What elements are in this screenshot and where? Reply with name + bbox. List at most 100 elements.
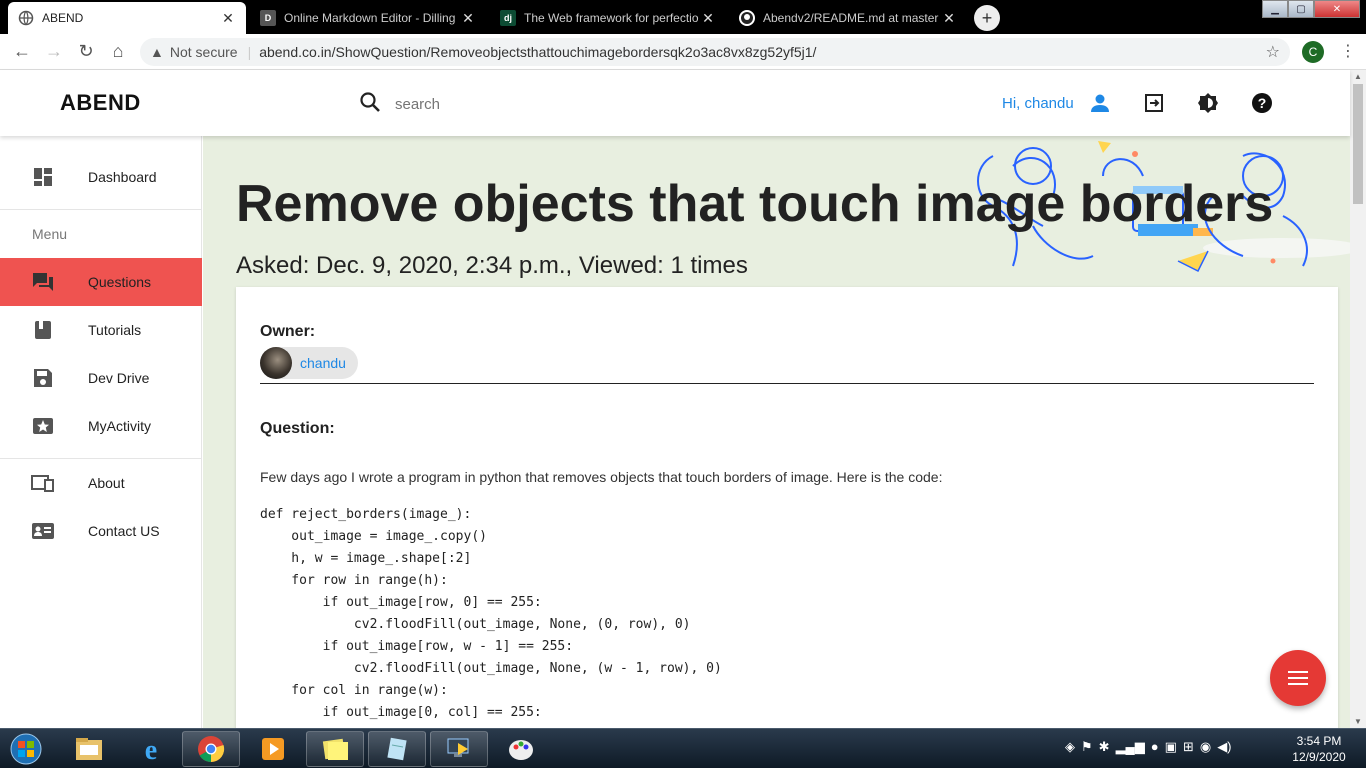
browser-tab-abend[interactable]: ABEND ✕ [8,2,246,34]
reload-icon[interactable]: ↻ [70,41,102,62]
signal-icon[interactable]: ▂▄▆ [1116,739,1145,755]
sidebar-item-label: Tutorials [88,322,142,338]
omnibox[interactable]: ▲ Not secure | abend.co.in/ShowQuestion/… [140,38,1290,66]
volume-icon[interactable]: ◀) [1217,739,1231,755]
sticky-notes-icon[interactable] [306,731,364,767]
start-button[interactable] [4,731,48,767]
theme-toggle-icon[interactable] [1197,92,1219,114]
scroll-down-icon[interactable]: ▼ [1354,717,1362,726]
browser-tab-github[interactable]: Abendv2/README.md at master ✕ [729,2,967,34]
user-greeting[interactable]: Hi, chandu [1002,95,1074,112]
windows-taskbar: e ◈ ⚑ ✱ ▂▄▆ ● ▣ ⊞ ◉ ◀) 3:54 PM 12/9/2020 [0,728,1366,768]
sidebar-item-label: Contact US [88,523,160,539]
devices-icon [0,474,88,492]
explorer-icon[interactable] [60,731,118,767]
svg-text:?: ? [1258,95,1267,111]
sidebar-item-dev-drive[interactable]: Dev Drive [0,356,202,400]
back-icon[interactable]: ← [6,41,38,62]
minimize-icon[interactable]: ▁ [1262,0,1288,18]
network-icon[interactable]: ⊞ [1183,739,1194,755]
sidebar-item-myactivity[interactable]: MyActivity [0,404,202,448]
django-icon: dj [500,10,516,26]
new-tab-button[interactable]: + [974,5,1000,31]
divider [0,209,202,210]
sidebar-item-contact-us[interactable]: Contact US [0,509,202,553]
sidebar-item-dashboard[interactable]: Dashboard [0,155,202,199]
user-icon[interactable] [1089,92,1111,114]
profile-avatar[interactable]: C [1302,41,1324,63]
owner-chip[interactable]: chandu [260,347,358,379]
tray-app-icon[interactable]: ◉ [1200,739,1211,755]
browser-tab-strip: ABEND ✕ D Online Markdown Editor - Dilli… [0,0,1366,34]
remote-desktop-icon[interactable] [430,731,488,767]
question-card: Owner: chandu Question: Few days ago I w… [236,287,1338,728]
scrollbar-thumb[interactable] [1353,84,1363,204]
question-label: Question: [260,420,335,437]
help-icon[interactable]: ? [1251,92,1273,114]
close-tab-icon[interactable]: ✕ [460,10,476,27]
tab-title: The Web framework for perfectio [524,11,699,25]
tray-app-icon[interactable]: ◈ [1065,739,1075,755]
close-tab-icon[interactable]: ✕ [941,10,957,27]
sidebar-item-about[interactable]: About [0,461,202,505]
taskbar-clock[interactable]: 3:54 PM 12/9/2020 [1284,733,1354,765]
search-icon[interactable] [358,90,382,119]
home-icon[interactable]: ⌂ [102,41,134,62]
scroll-up-icon[interactable]: ▲ [1354,72,1362,81]
maximize-icon[interactable]: ▢ [1288,0,1314,18]
forward-icon[interactable]: → [38,41,70,62]
save-icon [0,368,88,388]
menu-heading: Menu [32,226,68,242]
tab-title: ABEND [42,11,84,25]
tray-app-icon[interactable]: ▣ [1165,739,1177,755]
security-label[interactable]: Not secure [170,44,238,60]
media-player-icon[interactable] [244,731,302,767]
question-meta: Asked: Dec. 9, 2020, 2:34 p.m., Viewed: … [236,252,748,279]
logout-icon[interactable] [1143,92,1165,114]
close-window-icon[interactable]: ✕ [1314,0,1360,18]
clock-date: 12/9/2020 [1292,750,1346,764]
browser-menu-icon[interactable]: ⋮ [1340,41,1356,61]
sidebar-item-label: Dashboard [88,169,157,185]
forum-icon [0,272,88,292]
fab-menu-button[interactable] [1270,650,1326,706]
sidebar-item-tutorials[interactable]: Tutorials [0,308,202,352]
tray-app-icon[interactable]: ✱ [1099,739,1110,755]
page-scrollbar[interactable]: ▲ ▼ [1350,70,1366,728]
sidebar-item-label: Questions [88,274,152,290]
sidebar-item-questions[interactable]: Questions [0,258,202,306]
tray-app-icon[interactable]: ● [1151,739,1159,755]
window-controls: ▁ ▢ ✕ [1262,0,1360,18]
paint-icon[interactable] [492,731,550,767]
site-header: ABEND Hi, chandu ? [0,70,1350,136]
divider [260,383,1314,384]
warning-icon[interactable]: ▲ [150,44,164,60]
search-input[interactable] [395,92,795,116]
dashboard-icon [0,167,88,187]
system-tray: ◈ ⚑ ✱ ▂▄▆ ● ▣ ⊞ ◉ ◀) [1065,739,1232,755]
sidebar-item-label: About [88,475,125,491]
close-tab-icon[interactable]: ✕ [700,10,716,27]
internet-explorer-icon[interactable]: e [122,731,180,767]
action-center-flag-icon[interactable]: ⚑ [1081,739,1093,755]
code-block: def reject_borders(image_): out_image = … [260,507,722,720]
tab-title: Abendv2/README.md at master [763,11,939,25]
browser-tab-django[interactable]: dj The Web framework for perfectio ✕ [490,2,726,34]
sidebar-item-label: MyActivity [88,418,151,434]
owner-name[interactable]: chandu [300,355,346,371]
divider: | [247,44,252,60]
close-tab-icon[interactable]: ✕ [220,10,236,27]
contact-card-icon [0,522,88,540]
bookmark-star-icon[interactable]: ☆ [1266,42,1280,62]
notepad-icon[interactable] [368,731,426,767]
site-logo[interactable]: ABEND [60,90,141,116]
chrome-icon[interactable] [182,731,240,767]
sidebar-item-label: Dev Drive [88,370,150,386]
url-text[interactable]: abend.co.in/ShowQuestion/Removeobjectsth… [259,44,816,60]
globe-icon [18,10,34,26]
page-title: Remove objects that touch image borders [236,175,1274,233]
sidebar: Dashboard Menu Questions Tutorials Dev D… [0,136,202,728]
divider [0,458,202,459]
browser-tab-markdown[interactable]: D Online Markdown Editor - Dilling ✕ [250,2,486,34]
owner-label: Owner: [260,323,316,340]
